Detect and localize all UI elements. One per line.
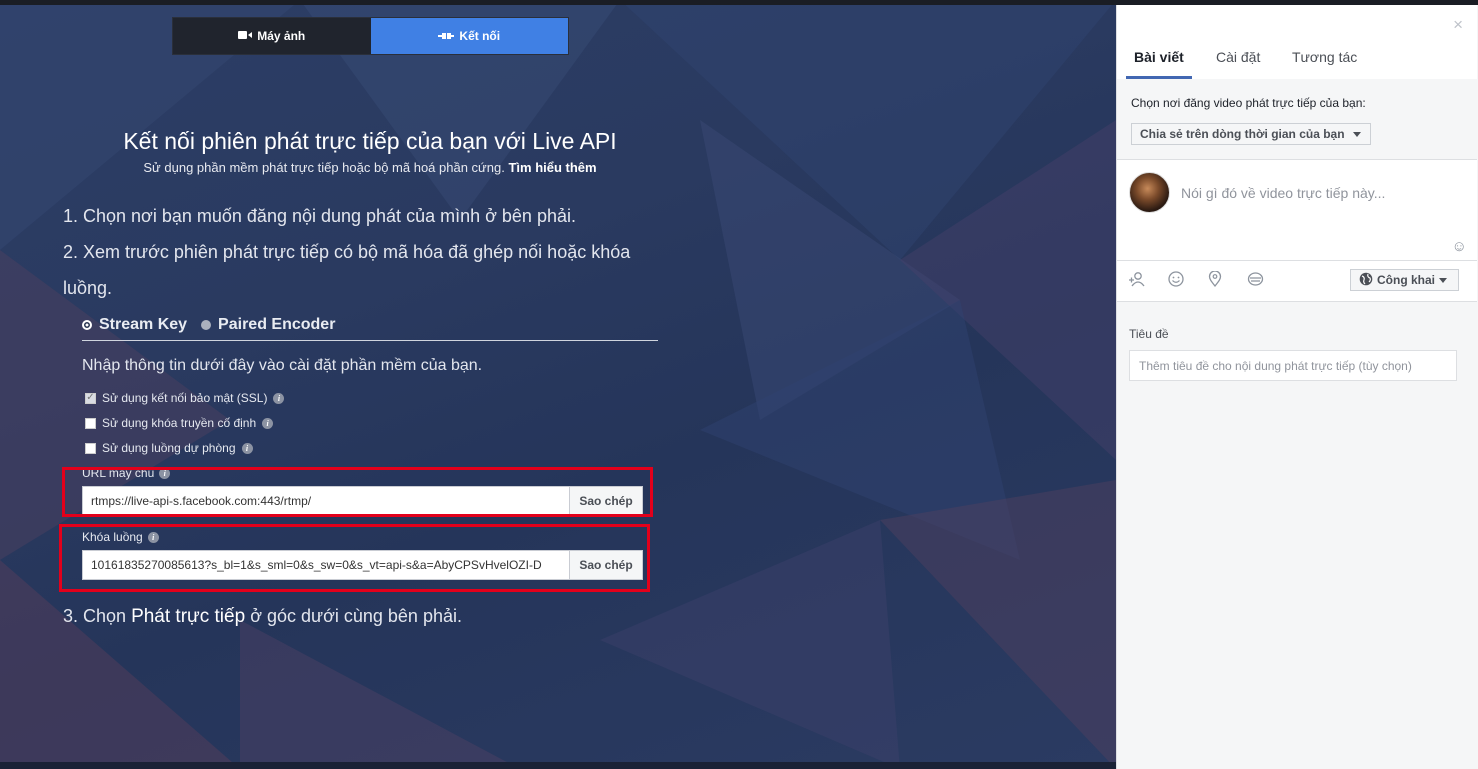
tab-post[interactable]: Bài viết xyxy=(1134,49,1184,65)
composer-toolbar: Công khai xyxy=(1117,261,1477,302)
backup-stream-label: Sử dụng luồng dự phòng xyxy=(102,441,236,455)
video-camera-icon xyxy=(238,29,253,43)
connect-mode-button[interactable]: Kết nối xyxy=(370,18,568,54)
globe-icon xyxy=(1359,272,1373,289)
post-target-section: Chọn nơi đăng video phát trực tiếp của b… xyxy=(1117,79,1477,160)
post-target-label: Chọn nơi đăng video phát trực tiếp của b… xyxy=(1131,96,1366,110)
donate-icon[interactable] xyxy=(1247,271,1264,292)
post-target-value: Chia sẻ trên dòng thời gian của bạn xyxy=(1140,127,1345,141)
post-target-dropdown[interactable]: Chia sẻ trên dòng thời gian của bạn xyxy=(1131,123,1371,145)
composer-input[interactable]: Nói gì đó về video trực tiếp này... xyxy=(1181,185,1385,201)
chevron-down-icon xyxy=(1352,131,1361,137)
info-icon[interactable]: i xyxy=(262,417,274,429)
highlight-box-server-url xyxy=(62,467,653,517)
step-3-prefix: 3. Chọn xyxy=(63,606,127,626)
info-icon[interactable]: i xyxy=(241,442,253,454)
camera-mode-label: Máy ảnh xyxy=(257,29,306,43)
ssl-checkbox[interactable]: ✓ xyxy=(85,392,96,404)
step-1-text: 1. Chọn nơi bạn muốn đăng nội dung phát … xyxy=(63,206,576,226)
privacy-dropdown[interactable]: Công khai xyxy=(1350,269,1459,291)
radio-unselected-icon xyxy=(201,320,212,330)
radio-selected-icon xyxy=(82,320,92,330)
ssl-checkbox-row: ✓ Sử dụng kết nối bảo mật (SSL) i xyxy=(85,391,285,405)
paired-encoder-label: Paired Encoder xyxy=(218,316,336,333)
live-api-panel: Máy ảnh Kết nối Kết nối phiên phát trực … xyxy=(0,0,1116,769)
persistent-key-checkbox-row: Sử dụng khóa truyền cố định i xyxy=(85,416,274,430)
background-pattern xyxy=(0,0,1116,769)
camera-mode-button[interactable]: Máy ảnh xyxy=(173,18,371,54)
location-pin-icon[interactable] xyxy=(1208,270,1222,292)
tag-people-icon[interactable] xyxy=(1128,271,1145,292)
step-2-text: 2. Xem trước phiên phát trực tiếp có bộ … xyxy=(63,242,631,262)
info-icon[interactable]: i xyxy=(273,392,285,404)
backup-stream-checkbox[interactable] xyxy=(85,442,96,454)
persistent-key-label: Sử dụng khóa truyền cố định xyxy=(102,416,257,430)
instruction-text: Nhập thông tin dưới đây vào cài đặt phần… xyxy=(82,357,483,374)
subtitle: Sử dụng phần mềm phát trực tiếp hoặc bộ … xyxy=(0,160,740,175)
learn-more-link[interactable]: Tìm hiểu thêm xyxy=(508,160,596,175)
subtitle-text: Sử dụng phần mềm phát trực tiếp hoặc bộ … xyxy=(143,160,505,175)
composer: Nói gì đó về video trực tiếp này... ☺ xyxy=(1117,160,1477,261)
stream-key-label: Stream Key xyxy=(99,316,188,333)
feeling-icon[interactable] xyxy=(1168,271,1184,292)
chevron-down-icon xyxy=(1439,277,1448,283)
avatar xyxy=(1129,172,1170,213)
backup-stream-checkbox-row: Sử dụng luồng dự phòng i xyxy=(85,441,253,455)
bottom-strip xyxy=(0,762,1116,769)
connect-mode-label: Kết nối xyxy=(459,29,501,43)
tab-interaction[interactable]: Tương tác xyxy=(1292,49,1357,65)
title-label: Tiêu đề xyxy=(1129,327,1169,341)
privacy-label: Công khai xyxy=(1377,273,1436,287)
title-input[interactable]: Thêm tiêu đề cho nội dung phát trực tiếp… xyxy=(1129,350,1457,381)
highlight-box-stream-key xyxy=(59,524,650,592)
ssl-label: Sử dụng kết nối bảo mật (SSL) xyxy=(102,391,268,405)
close-icon[interactable]: × xyxy=(1453,15,1463,35)
step-2-text-continued: luồng. xyxy=(63,278,113,298)
step-3-text: 3. Chọn Phát trực tiếp ở góc dưới cùng b… xyxy=(63,606,462,628)
mode-toggle: Máy ảnh Kết nối xyxy=(172,17,569,55)
stream-key-option[interactable]: Stream Key xyxy=(82,316,187,334)
page-title: Kết nối phiên phát trực tiếp của bạn với… xyxy=(123,128,617,154)
persistent-key-checkbox[interactable] xyxy=(85,417,96,429)
plug-icon xyxy=(438,29,455,43)
paired-encoder-option[interactable]: Paired Encoder xyxy=(201,316,335,334)
emoji-icon[interactable]: ☺ xyxy=(1452,238,1467,255)
tab-settings[interactable]: Cài đặt xyxy=(1216,49,1260,65)
sidebar-tabs: Bài viết Cài đặt Tương tác × xyxy=(1117,5,1477,80)
step-3-bold: Phát trực tiếp xyxy=(131,606,246,627)
encoder-tabs: Stream Key Paired Encoder xyxy=(82,316,658,341)
post-sidebar: Bài viết Cài đặt Tương tác × Chọn nơi đă… xyxy=(1116,5,1478,769)
step-3-suffix: ở góc dưới cùng bên phải. xyxy=(250,606,462,626)
